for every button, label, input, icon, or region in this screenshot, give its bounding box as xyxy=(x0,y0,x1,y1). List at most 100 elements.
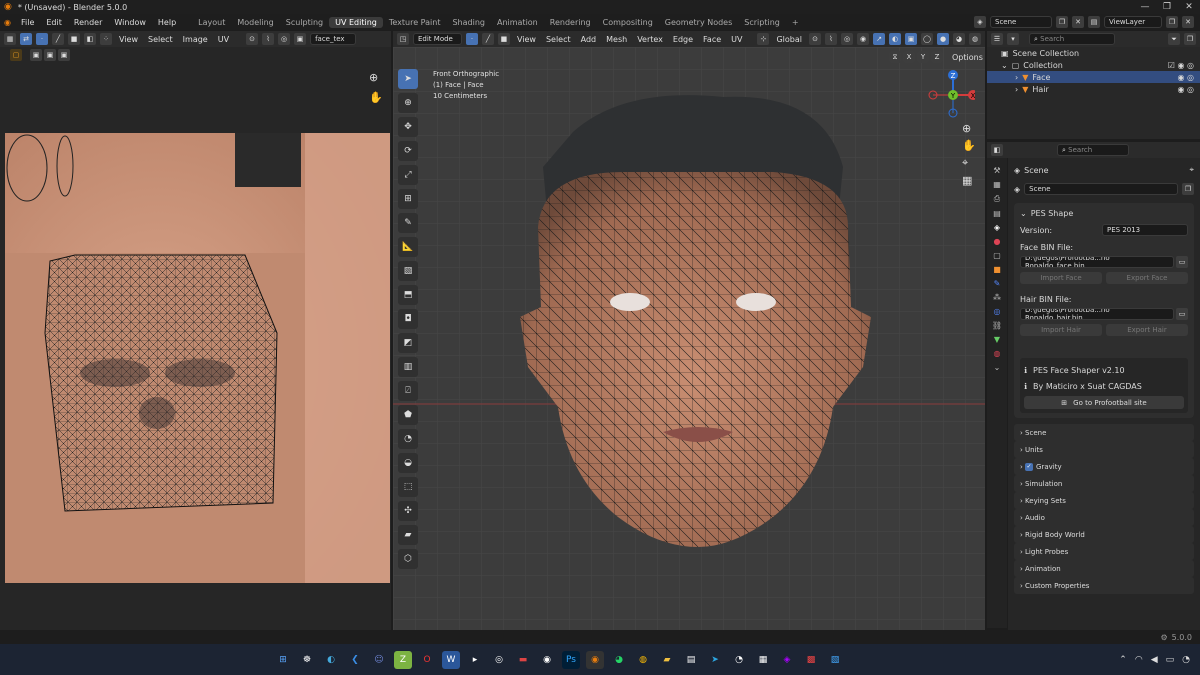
wifi-icon[interactable]: ◠ xyxy=(1135,655,1143,665)
export-face-button[interactable]: Export Face xyxy=(1106,272,1188,284)
panel-units[interactable]: › Units xyxy=(1014,441,1194,458)
scene-selector[interactable]: Scene xyxy=(990,16,1052,28)
panel-audio[interactable]: › Audio xyxy=(1014,509,1194,526)
pan-hand-icon[interactable]: ✋ xyxy=(369,91,383,104)
scale-tool-icon[interactable]: ⤢ xyxy=(398,165,418,185)
tab-compositing[interactable]: Compositing xyxy=(597,17,659,28)
whatsapp-icon[interactable]: ◕ xyxy=(610,651,628,669)
inset-tool-icon[interactable]: ◘ xyxy=(398,309,418,329)
add-cube-tool-icon[interactable]: ▧ xyxy=(398,261,418,281)
rendered-shading-icon[interactable]: ◍ xyxy=(969,33,981,45)
sync-selection-icon[interactable]: ⇄ xyxy=(20,33,32,45)
viewport-zoom-icon[interactable]: ⊕ xyxy=(962,122,976,135)
battery-icon[interactable]: ▭ xyxy=(1166,655,1175,665)
uv-select-box-icon[interactable]: ▣ xyxy=(30,49,42,61)
telegram-icon[interactable]: ➤ xyxy=(706,651,724,669)
pes-panel-header[interactable]: ⌄ PES Shape xyxy=(1020,206,1188,220)
face-expand-icon[interactable]: › xyxy=(1015,73,1018,82)
pin-icon[interactable]: ⌖ xyxy=(1189,165,1194,175)
bevel-tool-icon[interactable]: ◩ xyxy=(398,333,418,353)
new-view-layer-icon[interactable]: ❐ xyxy=(1166,16,1178,28)
viewport-pan-icon[interactable]: ✋ xyxy=(962,139,976,152)
properties-search[interactable]: ⌕ Search xyxy=(1057,144,1129,156)
mode-selector[interactable]: Edit Mode xyxy=(413,33,462,45)
vertex-mode-icon[interactable]: · xyxy=(465,33,478,45)
view-layer-selector[interactable]: ViewLayer xyxy=(1104,16,1162,28)
discord-icon[interactable]: ☺ xyxy=(370,651,388,669)
rip-tool-icon[interactable]: ⬡ xyxy=(398,549,418,569)
tab-layout[interactable]: Layout xyxy=(192,17,231,28)
face-bin-path-input[interactable]: D:\Juegos\Profootba...no Ronaldo_face.bi… xyxy=(1020,256,1174,268)
island-select-icon[interactable]: ◧ xyxy=(84,33,96,45)
world-tab-icon[interactable]: ● xyxy=(994,237,1001,246)
spin-tool-icon[interactable]: ◔ xyxy=(398,429,418,449)
particles-tab-icon[interactable]: ⁂ xyxy=(993,293,1001,302)
orientation-icon[interactable]: ⊹ xyxy=(757,33,770,45)
tool-tab-icon[interactable]: ⚒ xyxy=(993,166,1000,175)
gizmo-toggle-icon[interactable]: ↗ xyxy=(873,33,885,45)
outliner-item-face[interactable]: › ▼ Face ◉ ◎ xyxy=(987,71,1200,83)
tab-geometry-nodes[interactable]: Geometry Nodes xyxy=(659,17,738,28)
edge-browser-icon[interactable]: ◐ xyxy=(322,651,340,669)
select-tool-icon[interactable]: ➤ xyxy=(398,69,418,89)
modifier-tab-icon[interactable]: ✎ xyxy=(994,279,1001,288)
viewport-snap-icon[interactable]: ⌇ xyxy=(825,33,837,45)
viewport-menu-mesh[interactable]: Mesh xyxy=(603,35,630,44)
filter-icon[interactable]: ⏷ xyxy=(1168,33,1180,45)
collection-row[interactable]: ⌄ ▢ Collection ☑ ◉ ◎ xyxy=(987,59,1200,71)
hair-browse-folder-icon[interactable]: ▭ xyxy=(1176,308,1188,320)
view-layer-tab-icon[interactable]: ▤ xyxy=(993,209,1001,218)
panel-scene[interactable]: › Scene xyxy=(1014,424,1194,441)
scene-collection-row[interactable]: ▣ Scene Collection xyxy=(987,47,1200,59)
wireframe-shading-icon[interactable]: ◯ xyxy=(921,33,933,45)
editor-type-icon[interactable]: ▦ xyxy=(4,33,16,45)
pivot-point-icon[interactable]: ⊙ xyxy=(809,33,821,45)
export-hair-button[interactable]: Export Hair xyxy=(1106,324,1188,336)
tab-uv-editing[interactable]: UV Editing xyxy=(329,16,383,28)
add-workspace-button[interactable]: + xyxy=(786,17,805,28)
menu-file[interactable]: File xyxy=(15,18,40,27)
viewport-menu-add[interactable]: Add xyxy=(578,35,600,44)
snap-icon[interactable]: ⌇ xyxy=(262,33,275,45)
close-button[interactable]: ✕ xyxy=(1178,2,1200,12)
tab-texture-paint[interactable]: Texture Paint xyxy=(383,17,447,28)
word-icon[interactable]: W xyxy=(442,650,460,669)
face-visibility-icon[interactable]: ◉ ◎ xyxy=(1177,73,1200,82)
outliner-editor-icon[interactable]: ☰ xyxy=(991,33,1003,45)
texture-tab-icon[interactable]: ⌄ xyxy=(994,363,1001,372)
version-dropdown[interactable]: PES 2013 xyxy=(1102,224,1188,236)
uv-menu-view[interactable]: View xyxy=(116,35,141,44)
orientation-selector[interactable]: Global xyxy=(773,35,805,44)
scene-icon[interactable]: ◈ xyxy=(974,16,986,28)
blender-menu-icon[interactable]: ◉ xyxy=(0,18,15,27)
hair-bin-path-input[interactable]: D:\Juegos\Profootba...no Ronaldo_hair.bi… xyxy=(1020,308,1174,320)
edge-mode-icon[interactable]: ╱ xyxy=(481,33,494,45)
file-explorer-icon[interactable]: ▰ xyxy=(658,651,676,669)
tab-scripting[interactable]: Scripting xyxy=(738,17,786,28)
pes-collapse-icon[interactable]: ⌄ xyxy=(1020,209,1027,218)
collection-visibility-icon[interactable]: ☑ ◉ ◎ xyxy=(1168,61,1200,70)
shear-tool-icon[interactable]: ▰ xyxy=(398,525,418,545)
tab-rendering[interactable]: Rendering xyxy=(544,17,597,28)
edge-select-icon[interactable]: ╱ xyxy=(52,33,64,45)
start-icon[interactable]: ⊞ xyxy=(274,651,292,669)
chrome-icon[interactable]: ◍ xyxy=(634,651,652,669)
uv-select-extend-icon[interactable]: ▣ xyxy=(44,49,56,61)
app-icon-3[interactable]: ◉ xyxy=(538,651,556,669)
app-icon-5[interactable]: ◔ xyxy=(730,651,748,669)
app-icon-1[interactable]: ☸ xyxy=(298,651,316,669)
face-browse-folder-icon[interactable]: ▭ xyxy=(1176,256,1188,268)
mirror-icon[interactable]: ⧖ xyxy=(889,51,901,63)
menu-render[interactable]: Render xyxy=(68,18,108,27)
photoshop-icon[interactable]: Ps xyxy=(562,650,580,669)
object-tab-icon[interactable]: ■ xyxy=(993,265,1001,274)
duplicate-scene-icon[interactable]: ❐ xyxy=(1182,183,1194,195)
notepad-icon[interactable]: Z xyxy=(394,650,412,669)
panel-simulation[interactable]: › Simulation xyxy=(1014,475,1194,492)
viewport-menu-uv[interactable]: UV xyxy=(728,35,745,44)
vertex-select-icon[interactable]: · xyxy=(36,33,48,45)
tab-shading[interactable]: Shading xyxy=(446,17,491,28)
material-shading-icon[interactable]: ◕ xyxy=(953,33,965,45)
panel-custom-properties[interactable]: › Custom Properties xyxy=(1014,577,1194,594)
import-face-button[interactable]: Import Face xyxy=(1020,272,1102,284)
